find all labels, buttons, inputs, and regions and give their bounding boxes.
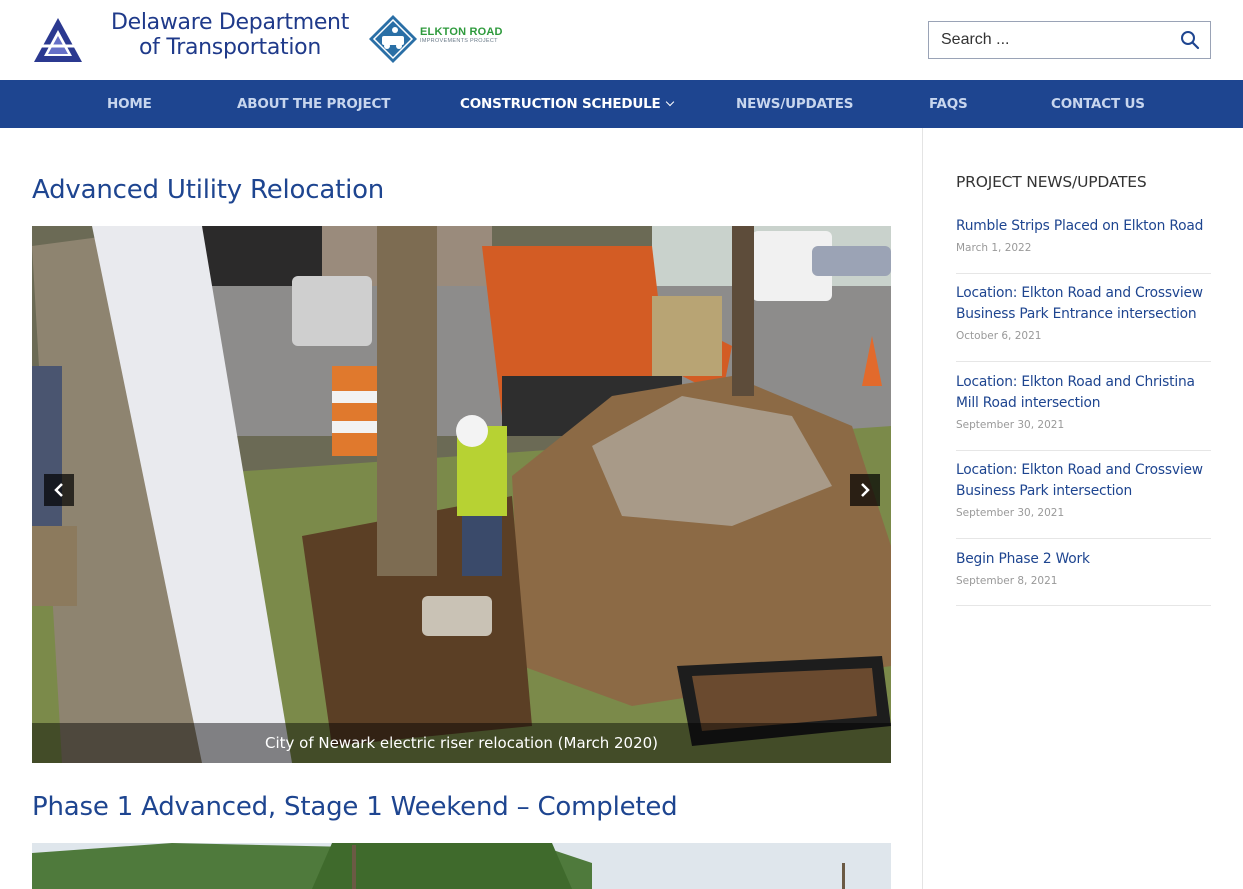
news-list-item: Location: Elkton Road and Crossview Busi… xyxy=(956,460,1211,539)
nav-faqs[interactable]: FAQS xyxy=(929,80,968,128)
news-link[interactable]: Location: Elkton Road and Crossview Busi… xyxy=(956,283,1211,325)
section-title-utility-relocation: Advanced Utility Relocation xyxy=(32,175,385,205)
nav-about-the-project[interactable]: ABOUT THE PROJECT xyxy=(237,80,390,128)
deldot-logo[interactable] xyxy=(32,14,84,66)
org-name-line2: of Transportation xyxy=(139,35,321,60)
news-list-item: Location: Elkton Road and Christina Mill… xyxy=(956,372,1211,451)
org-name[interactable]: Delaware Department of Transportation xyxy=(100,10,360,60)
search-input[interactable] xyxy=(929,22,1169,58)
news-link[interactable]: Location: Elkton Road and Crossview Busi… xyxy=(956,460,1211,502)
news-list-item: Location: Elkton Road and Crossview Busi… xyxy=(956,283,1211,362)
news-date: October 6, 2021 xyxy=(956,330,1042,342)
news-date: September 30, 2021 xyxy=(956,419,1065,431)
nav-news-updates[interactable]: NEWS/UPDATES xyxy=(736,80,853,128)
project-title: ELKTON ROAD xyxy=(420,26,503,38)
news-link[interactable]: Location: Elkton Road and Christina Mill… xyxy=(956,372,1211,414)
project-name: ELKTON ROAD IMPROVEMENTS PROJECT xyxy=(420,26,503,44)
news-link[interactable]: Begin Phase 2 Work xyxy=(956,549,1211,570)
news-date: September 8, 2021 xyxy=(956,575,1058,587)
deldot-logo-icon xyxy=(34,18,82,62)
phase1-photo xyxy=(32,843,891,889)
chevron-down-icon xyxy=(665,97,674,107)
news-link[interactable]: Rumble Strips Placed on Elkton Road xyxy=(956,216,1211,237)
slide-photo xyxy=(32,226,891,763)
chevron-left-icon xyxy=(54,483,63,497)
section-title-phase1: Phase 1 Advanced, Stage 1 Weekend – Comp… xyxy=(32,792,678,822)
news-date: March 1, 2022 xyxy=(956,242,1032,254)
elkton-project-logo-icon[interactable] xyxy=(368,14,418,64)
nav-contact-us[interactable]: CONTACT US xyxy=(1051,80,1145,128)
phase1-photo-image xyxy=(32,843,891,889)
site-header: Delaware Department of Transportation EL… xyxy=(0,0,1243,80)
chevron-right-icon xyxy=(861,483,870,497)
nav-construction-schedule-label: CONSTRUCTION SCHEDULE xyxy=(460,96,661,112)
sidebar-title: PROJECT NEWS/UPDATES xyxy=(956,173,1147,191)
search-icon[interactable] xyxy=(1180,30,1200,50)
slide-caption: City of Newark electric riser relocation… xyxy=(32,723,891,763)
slider-next-button[interactable] xyxy=(850,474,880,506)
nav-construction-schedule[interactable]: CONSTRUCTION SCHEDULE xyxy=(460,80,674,128)
news-date: September 30, 2021 xyxy=(956,507,1065,519)
news-list-item: Begin Phase 2 Work September 8, 2021 xyxy=(956,549,1211,606)
slider-prev-button[interactable] xyxy=(44,474,74,506)
org-name-line1: Delaware Department xyxy=(110,10,350,35)
nav-home[interactable]: HOME xyxy=(107,80,152,128)
main-nav: HOME ABOUT THE PROJECT CONSTRUCTION SCHE… xyxy=(0,80,1243,128)
news-list-item: Rumble Strips Placed on Elkton Road Marc… xyxy=(956,216,1211,274)
content-divider xyxy=(922,128,923,889)
search-box xyxy=(928,21,1211,59)
project-subtitle: IMPROVEMENTS PROJECT xyxy=(420,38,498,44)
image-slider[interactable]: City of Newark electric riser relocation… xyxy=(32,226,891,763)
